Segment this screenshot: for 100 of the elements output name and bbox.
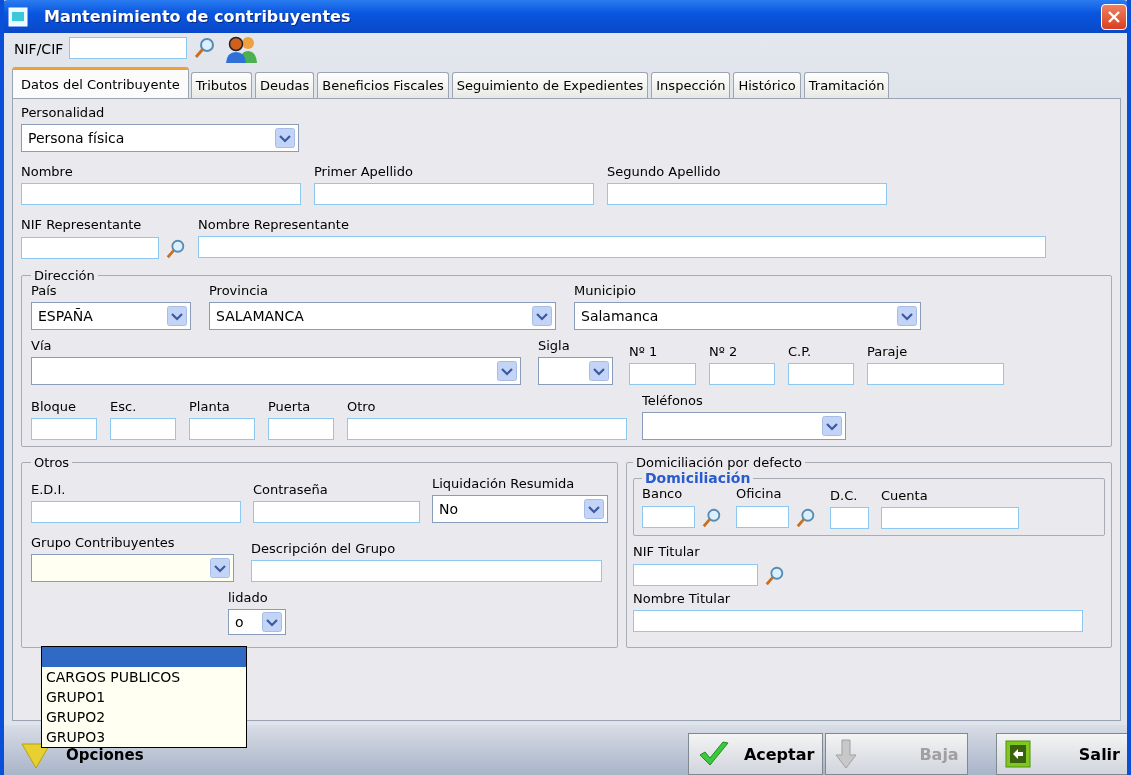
chevron-down-icon[interactable] bbox=[897, 306, 917, 326]
field-label: Nombre Titular bbox=[633, 591, 732, 607]
tab[interactable]: Histórico bbox=[733, 72, 801, 98]
input-field[interactable] bbox=[642, 506, 695, 528]
chevron-down-icon[interactable] bbox=[589, 361, 609, 381]
field-label: D.C. bbox=[830, 488, 859, 504]
input-field[interactable] bbox=[629, 363, 696, 385]
field-label: Nombre Representante bbox=[198, 217, 350, 233]
tab[interactable]: Datos del Contribuyente bbox=[12, 67, 189, 98]
input-field[interactable] bbox=[314, 183, 594, 205]
field-label: E.D.I. bbox=[31, 482, 67, 498]
input-field[interactable] bbox=[21, 183, 301, 205]
input-field[interactable] bbox=[31, 501, 241, 523]
group-title: Otros bbox=[33, 455, 71, 470]
input-field[interactable] bbox=[31, 418, 97, 440]
exit-icon bbox=[1004, 740, 1031, 768]
input-field[interactable] bbox=[189, 418, 255, 440]
dropdown-field[interactable]: Persona física bbox=[21, 124, 299, 152]
field-label: Cuenta bbox=[881, 488, 929, 504]
field-label: Esc. bbox=[110, 399, 138, 415]
dropdown-field[interactable] bbox=[538, 357, 613, 385]
dropdown-field[interactable]: Salamanca bbox=[574, 302, 921, 330]
field-label: Segundo Apellido bbox=[607, 164, 722, 180]
options-menu[interactable]: Opciones bbox=[66, 746, 144, 764]
group-title: Domiciliación por defecto bbox=[635, 455, 803, 470]
input-field[interactable] bbox=[830, 507, 869, 529]
dropdown-field[interactable]: SALAMANCA bbox=[209, 302, 556, 330]
field-label: Teléfonos bbox=[642, 393, 704, 409]
tab[interactable]: Deudas bbox=[255, 72, 315, 98]
dropdown-option[interactable]: GRUPO2 bbox=[42, 707, 246, 727]
input-field[interactable] bbox=[347, 418, 627, 440]
field-label: Paraje bbox=[867, 344, 909, 360]
group-title: Domiciliación bbox=[644, 470, 752, 486]
input-field[interactable] bbox=[21, 237, 159, 259]
input-field[interactable] bbox=[881, 507, 1019, 529]
tab[interactable]: Inspección bbox=[651, 72, 731, 98]
field-label: Liquidación Resumida bbox=[432, 476, 576, 492]
input-field[interactable] bbox=[867, 363, 1004, 385]
input-field[interactable] bbox=[736, 506, 789, 528]
field-label: Oficina bbox=[736, 486, 783, 502]
field-label: Planta bbox=[189, 399, 231, 415]
group-title: Dirección bbox=[33, 268, 96, 283]
input-field[interactable] bbox=[633, 610, 1083, 632]
accept-button[interactable]: Aceptar bbox=[688, 733, 824, 775]
chevron-down-icon[interactable] bbox=[497, 361, 517, 381]
dropdown-option[interactable]: CARGOS PUBLICOS bbox=[42, 667, 246, 687]
field-label: Personalidad bbox=[21, 105, 106, 121]
input-field[interactable] bbox=[110, 418, 176, 440]
window-title: Mantenimiento de contribuyentes bbox=[44, 7, 352, 26]
chevron-down-icon[interactable] bbox=[167, 306, 187, 326]
field-label: País bbox=[31, 283, 58, 299]
field-label: Nombre bbox=[21, 164, 74, 180]
dropdown-field[interactable] bbox=[642, 412, 846, 440]
tab[interactable]: Beneficios Fiscales bbox=[317, 72, 449, 98]
dropdown-option[interactable]: GRUPO1 bbox=[42, 687, 246, 707]
field-label: Provincia bbox=[209, 283, 269, 299]
down-arrow-icon bbox=[834, 739, 859, 769]
field-label: Otro bbox=[347, 399, 377, 415]
field-label: Nº 2 bbox=[709, 344, 739, 360]
exit-button[interactable]: Salir bbox=[995, 733, 1127, 775]
field-label: Grupo Contribuyentes bbox=[31, 535, 176, 551]
field-label: Nº 1 bbox=[629, 344, 659, 360]
chevron-down-icon[interactable] bbox=[210, 558, 230, 578]
dropdown-field[interactable]: ESPAÑA bbox=[31, 302, 191, 330]
field-label: Primer Apellido bbox=[314, 164, 414, 180]
field-label: Bloque bbox=[31, 399, 77, 415]
field-label: Sigla bbox=[538, 338, 571, 354]
chevron-down-icon[interactable] bbox=[262, 612, 282, 632]
dropdown-field[interactable]: No bbox=[432, 495, 608, 523]
dropdown-field[interactable] bbox=[31, 554, 234, 582]
dropdown-field[interactable]: o bbox=[228, 609, 286, 635]
nif-field[interactable] bbox=[69, 37, 188, 59]
tab[interactable]: Tributos bbox=[190, 72, 253, 98]
input-field[interactable] bbox=[268, 418, 334, 440]
chevron-down-icon[interactable] bbox=[532, 306, 552, 326]
app-icon bbox=[8, 6, 28, 27]
input-field[interactable] bbox=[788, 363, 854, 385]
field-label: Municipio bbox=[574, 283, 637, 299]
input-field[interactable] bbox=[251, 560, 602, 582]
dropdown-option[interactable]: GRUPO3 bbox=[42, 727, 246, 747]
input-field[interactable] bbox=[633, 564, 758, 586]
chevron-down-icon[interactable] bbox=[275, 128, 295, 148]
input-field[interactable] bbox=[253, 501, 420, 523]
field-label: Puerta bbox=[268, 399, 312, 415]
nif-label: NIF/CIF bbox=[14, 41, 64, 57]
chevron-down-icon[interactable] bbox=[822, 416, 842, 436]
field-label: NIF Representante bbox=[21, 217, 143, 233]
input-field[interactable] bbox=[198, 236, 1046, 258]
tab[interactable]: Tramitación bbox=[803, 72, 890, 98]
close-button[interactable] bbox=[1101, 3, 1127, 30]
input-field[interactable] bbox=[709, 363, 775, 385]
field-label: Descripción del Grupo bbox=[251, 541, 397, 557]
field-label: Vía bbox=[31, 338, 53, 354]
field-label: lidado bbox=[228, 590, 269, 606]
input-field[interactable] bbox=[607, 183, 887, 205]
dropdown-field[interactable] bbox=[31, 357, 521, 385]
chevron-down-icon[interactable] bbox=[584, 499, 604, 519]
tab[interactable]: Seguimiento de Expedientes bbox=[451, 72, 649, 98]
field-label: Banco bbox=[642, 486, 684, 502]
dropdown-option[interactable] bbox=[42, 647, 246, 667]
